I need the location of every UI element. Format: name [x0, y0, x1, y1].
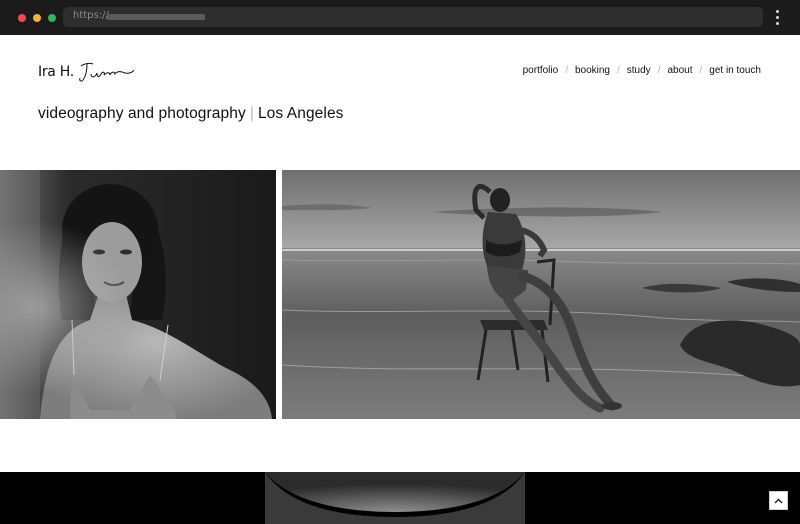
main-nav: portfolio / booking / study / about / ge…: [523, 65, 761, 76]
chevron-up-icon: [774, 498, 783, 503]
nav-portfolio[interactable]: portfolio: [523, 65, 559, 76]
portrait-photo: [0, 170, 276, 419]
gallery-image-portrait[interactable]: [0, 170, 276, 419]
nav-study[interactable]: study: [627, 65, 651, 76]
gallery-image-ocean-chair[interactable]: [282, 170, 800, 419]
nav-get-in-touch[interactable]: get in touch: [709, 65, 761, 76]
gallery-image-next[interactable]: [0, 472, 800, 524]
site-tagline: videography and photography | Los Angeles: [38, 105, 344, 123]
nav-separator: /: [617, 65, 620, 76]
address-bar[interactable]: https://: [63, 7, 763, 27]
ocean-chair-photo: [282, 170, 800, 419]
tagline-main: videography and photography: [38, 105, 246, 122]
tagline-location: Los Angeles: [257, 105, 344, 122]
nav-about[interactable]: about: [667, 65, 692, 76]
logo-signature: [79, 62, 135, 82]
maximize-window-dot[interactable]: [48, 14, 56, 22]
url-text: https://: [73, 10, 109, 21]
close-window-dot[interactable]: [18, 14, 26, 22]
kebab-menu-icon[interactable]: [774, 10, 780, 26]
minimize-window-dot[interactable]: [33, 14, 41, 22]
back-to-top-button[interactable]: [769, 491, 788, 510]
site-logo[interactable]: Ira H.: [38, 60, 135, 84]
nav-separator: /: [657, 65, 661, 76]
url-redacted: [107, 14, 205, 20]
nav-booking[interactable]: booking: [575, 65, 610, 76]
tagline-divider: |: [249, 105, 254, 122]
logo-initials: Ira H.: [38, 64, 74, 80]
next-photo-preview: [0, 472, 800, 524]
nav-separator: /: [699, 65, 703, 76]
browser-toolbar: https://: [0, 0, 800, 35]
nav-separator: /: [565, 65, 568, 76]
